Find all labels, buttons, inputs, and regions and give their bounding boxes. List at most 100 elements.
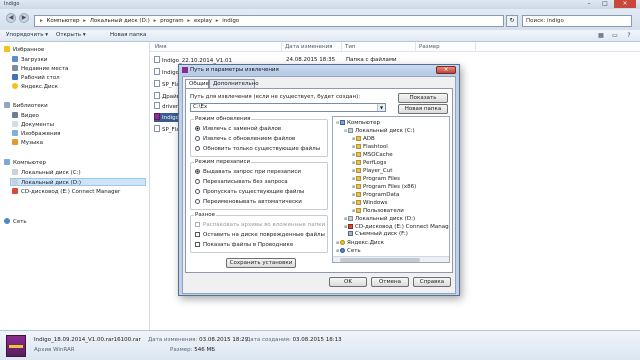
cd-drive-icon	[12, 188, 18, 194]
column-header-date[interactable]: Дата изменения	[282, 42, 342, 52]
radio	[195, 136, 200, 141]
tree-item[interactable]: ⊞ Program Files	[352, 175, 400, 182]
view-options-icon[interactable]: ▦	[596, 32, 606, 40]
overwrite-option-overwrite[interactable]: Перезаписывать без запроса	[195, 179, 288, 186]
new-folder-button[interactable]: Новая папка	[110, 32, 146, 38]
radio	[195, 199, 200, 204]
tree-item[interactable]: ⊞ PerfLogs	[352, 159, 386, 166]
misc-option-subfolders[interactable]: Распаковать архивы во вложенные папки	[195, 222, 325, 229]
nav-item-desktop[interactable]: Рабочий стол	[12, 74, 60, 82]
organize-button[interactable]: Упорядочить ▾	[6, 32, 48, 38]
search-input[interactable]: Поиск: indigo	[522, 15, 632, 27]
update-option-existing[interactable]: Обновить только существующие файлы	[195, 146, 320, 153]
nav-computer[interactable]: Компьютер	[4, 159, 46, 167]
yd-icon	[340, 240, 345, 245]
tree-item[interactable]: ⊞ Сеть	[336, 247, 361, 254]
nav-item-drive-d[interactable]: Локальный диск (D:)	[10, 178, 146, 186]
back-icon[interactable]: ◀	[6, 13, 16, 23]
breadcrumb-computer[interactable]: Компьютер	[47, 18, 80, 24]
update-option-update[interactable]: Извлечь с обновлением файлов	[195, 136, 295, 143]
path-combo[interactable]: C:\Ex ▼	[190, 103, 386, 112]
nav-item-drive-c[interactable]: Локальный диск (C:)	[12, 169, 81, 177]
preview-pane-icon[interactable]: ▭	[610, 32, 620, 40]
maximize-icon[interactable]: □	[598, 0, 612, 8]
breadcrumb-explay[interactable]: explay	[194, 18, 212, 24]
details-created: Дата создания: 03.08.2015 18:13	[246, 337, 342, 344]
horizontal-scrollbar[interactable]	[333, 256, 449, 262]
ok-button[interactable]: OK	[329, 277, 367, 287]
misc-option-show-explorer[interactable]: Показать файлы в Проводнике	[195, 242, 293, 249]
nav-item-music[interactable]: Музыка	[12, 139, 43, 147]
file-row[interactable]: Indigo	[154, 68, 179, 77]
refresh-icon[interactable]: ↻	[506, 15, 518, 27]
help-icon[interactable]: ?	[624, 32, 634, 40]
option-label: Обновить только существующие файлы	[203, 146, 321, 152]
nav-item-recent[interactable]: Недавние места	[12, 65, 68, 73]
tree-item[interactable]: ⊞ CD-дисковод (E:) Connect Manag	[344, 223, 449, 230]
tree-item[interactable]: ⊟ Компьютер	[336, 119, 380, 126]
tree-item[interactable]: ⊞ ProgramData	[352, 191, 399, 198]
tree-item[interactable]: ⊞ Локальный диск (D:)	[344, 215, 415, 222]
file-row[interactable]: driver	[154, 102, 178, 111]
option-label: Извлечь с обновлением файлов	[203, 136, 296, 142]
tree-item[interactable]: ⊞ Program Files (x86)	[352, 183, 416, 190]
folder-icon	[356, 184, 361, 189]
file-row[interactable]: Драйв	[154, 92, 180, 101]
overwrite-option-ask[interactable]: Выдавать запрос при перезаписи	[195, 169, 301, 176]
tree-item[interactable]: ⊞ Flashtool	[352, 143, 388, 150]
nav-item-cd-drive[interactable]: CD-дисковод (E:) Connect Manager	[12, 188, 120, 196]
nav-network[interactable]: Сеть	[4, 218, 27, 226]
close-icon[interactable]: ×	[436, 66, 456, 74]
tree-item-label: Windows	[363, 200, 388, 206]
chevron-down-icon[interactable]: ▼	[377, 104, 385, 111]
file-row[interactable]: SP_Fla	[154, 80, 180, 89]
nav-libraries[interactable]: Библиотеки	[4, 102, 48, 110]
nav-item-label: Локальный диск (C:)	[21, 170, 81, 176]
column-header-type[interactable]: Тип	[342, 42, 416, 52]
tree-item-label: Локальный диск (D:)	[355, 216, 416, 222]
nav-favorites[interactable]: Избранное	[4, 46, 44, 54]
breadcrumb-separator: ▸	[187, 18, 191, 24]
scrollbar-thumb[interactable]	[340, 258, 420, 262]
file-row[interactable]: SP_Fla	[154, 125, 180, 134]
tree-item[interactable]: ⊞ Windows	[352, 199, 388, 206]
breadcrumb-program[interactable]: program	[160, 18, 183, 24]
folder-tree[interactable]: ⊟ Компьютер ⊟ Локальный диск (C:) ⊞ ADB ⊞ Flash…	[332, 116, 450, 263]
open-button[interactable]: Открыть ▾	[56, 32, 86, 38]
cd-icon	[348, 224, 353, 229]
tree-item[interactable]: ⊞ ADB	[352, 135, 375, 142]
overwrite-option-rename[interactable]: Переименовывать автоматически	[195, 199, 302, 206]
overwrite-option-skip[interactable]: Пропускать существующие файлы	[195, 189, 304, 196]
cancel-button[interactable]: Отмена	[371, 277, 409, 287]
tab-advanced[interactable]: Дополнительно	[209, 79, 259, 88]
drive-icon	[348, 216, 353, 221]
nav-item-pictures[interactable]: Изображения	[12, 130, 60, 138]
nav-item-downloads[interactable]: Загрузки	[12, 56, 47, 64]
pc-icon	[340, 120, 345, 125]
column-header-name[interactable]: Имя	[152, 42, 282, 52]
close-icon[interactable]: ×	[614, 0, 636, 8]
forward-icon[interactable]: ▶	[19, 13, 29, 23]
update-option-replace[interactable]: Извлечь с заменой файлов	[195, 126, 281, 133]
address-bar[interactable]: ▸ Компьютер ▸ Локальный диск (D:) ▸ prog…	[34, 15, 504, 27]
tree-item[interactable]: ⊞ Player_Cut	[352, 167, 392, 174]
tree-item[interactable]: Съемный диск (F:)	[344, 231, 408, 238]
new-folder-button[interactable]: Новая папка	[398, 104, 448, 114]
tree-item[interactable]: ⊞ Яндекс.Диск	[336, 239, 384, 246]
help-button[interactable]: Справка	[413, 277, 451, 287]
breadcrumb-drive-d[interactable]: Локальный диск (D:)	[90, 18, 150, 24]
dialog-title: Путь и параметры извлечения	[190, 67, 279, 73]
tree-item[interactable]: ⊞ Пользователи	[352, 207, 404, 214]
nav-item-video[interactable]: Видео	[12, 112, 39, 120]
tree-item[interactable]: ⊟ Локальный диск (C:)	[344, 127, 415, 134]
folder-icon	[356, 168, 361, 173]
breadcrumb-indigo[interactable]: indigo	[222, 18, 239, 24]
minimize-icon[interactable]: –	[582, 0, 596, 8]
show-button[interactable]: Показать	[398, 93, 448, 103]
save-settings-button[interactable]: Сохранить установки	[226, 258, 296, 268]
column-header-size[interactable]: Размер	[416, 42, 476, 52]
nav-item-documents[interactable]: Документы	[12, 121, 54, 129]
misc-option-keep-broken[interactable]: Оставить на диске поврежденные файлы	[195, 232, 325, 239]
nav-item-yandex-disk[interactable]: Яндекс.Диск	[12, 83, 58, 91]
tree-item[interactable]: ⊞ MSOCache	[352, 151, 393, 158]
